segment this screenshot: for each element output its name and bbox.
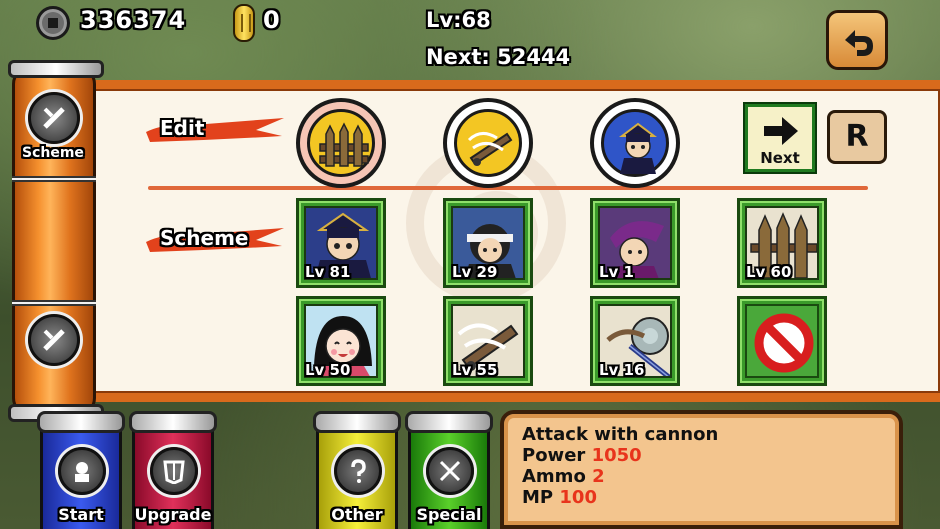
upgrade-tab-label: Upgrade: [134, 505, 212, 524]
power-label: Power: [522, 445, 586, 466]
edit-slot-2[interactable]: [443, 98, 533, 188]
edit-slot-1[interactable]: [296, 98, 386, 188]
unit-card-cannon[interactable]: Lv 55: [443, 296, 533, 386]
unit-card-princess[interactable]: Lv 50: [296, 296, 386, 386]
special-tab-label: Special: [416, 505, 482, 524]
back-button[interactable]: [826, 10, 888, 70]
roller-band: [12, 176, 96, 182]
player-level: Lv:68: [426, 8, 491, 32]
prohibited-icon: [754, 313, 814, 373]
card-level: Lv 60: [746, 263, 792, 281]
edit-slot-3[interactable]: [590, 98, 680, 188]
unit-card-samurai[interactable]: Lv 81: [296, 198, 386, 288]
r-button[interactable]: R: [827, 110, 887, 164]
unit-card-ninja[interactable]: Lv 29: [443, 198, 533, 288]
start-icon: [75, 462, 89, 482]
card-level: Lv 29: [452, 263, 498, 281]
card-level: Lv 55: [452, 361, 498, 379]
other-tab[interactable]: Other: [313, 411, 401, 529]
start-tab-label: Start: [58, 505, 104, 524]
unit-card-fence[interactable]: Lv 60: [737, 198, 827, 288]
roller-band: [12, 300, 96, 306]
arrow-right-icon: [764, 117, 798, 145]
mp-label: MP: [522, 487, 554, 508]
mp-value: 100: [559, 487, 597, 508]
card-level: Lv 81: [305, 263, 351, 281]
r-button-label: R: [845, 119, 869, 154]
crossed-swords-icon: [439, 460, 461, 482]
card-level: Lv 16: [599, 361, 645, 379]
info-power-row: Power 1050: [522, 445, 642, 466]
unit-card-empty[interactable]: [737, 296, 827, 386]
section-divider: [148, 186, 868, 190]
unit-card-kunoichi[interactable]: Lv 1: [590, 198, 680, 288]
ammo-label: Ammo: [522, 466, 586, 487]
coins-value: 336374: [80, 6, 187, 34]
cannon-icon: [467, 132, 513, 166]
card-level: Lv 1: [599, 263, 634, 281]
armor-icon: [163, 460, 185, 484]
scheme-brush-icon: [43, 329, 65, 351]
question-icon: [351, 459, 366, 483]
scroll-roller-button[interactable]: [28, 314, 80, 366]
start-tab[interactable]: Start: [37, 411, 125, 529]
edit-ribbon: Edit: [146, 114, 286, 144]
info-title: Attack with cannon: [522, 424, 719, 445]
power-value: 1050: [591, 445, 642, 466]
scheme-ribbon: Scheme: [146, 224, 286, 254]
scheme-label: Scheme: [160, 226, 249, 250]
scheme-tab-label: Scheme: [22, 145, 84, 161]
fence-icon: [319, 122, 369, 167]
card-level: Lv 50: [305, 361, 351, 379]
edit-label: Edit: [160, 116, 205, 140]
next-button[interactable]: Next: [745, 104, 815, 172]
coin-icon: [36, 6, 70, 40]
next-button-label: Next: [760, 149, 800, 167]
unit-info-panel: Attack with cannon Power 1050 Ammo 2 MP …: [500, 410, 903, 529]
info-ammo-row: Ammo 2: [522, 466, 605, 487]
samurai-icon: [619, 122, 657, 174]
unit-card-spear-shield[interactable]: Lv 16: [590, 296, 680, 386]
special-tab[interactable]: Special: [405, 411, 493, 529]
roller-top-cap: [8, 60, 104, 78]
back-arrow-icon: [845, 30, 873, 56]
scheme-brush-icon: [43, 107, 65, 129]
other-tab-label: Other: [331, 505, 383, 524]
gold-koban-icon: [233, 4, 255, 42]
upgrade-tab[interactable]: Upgrade: [129, 411, 217, 529]
ammo-value: 2: [592, 466, 605, 487]
scheme-tab-button[interactable]: [28, 92, 80, 144]
gold-value: 0: [263, 6, 280, 34]
info-mp-row: MP 100: [522, 487, 597, 508]
next-level-exp: Next: 52444: [426, 45, 571, 69]
